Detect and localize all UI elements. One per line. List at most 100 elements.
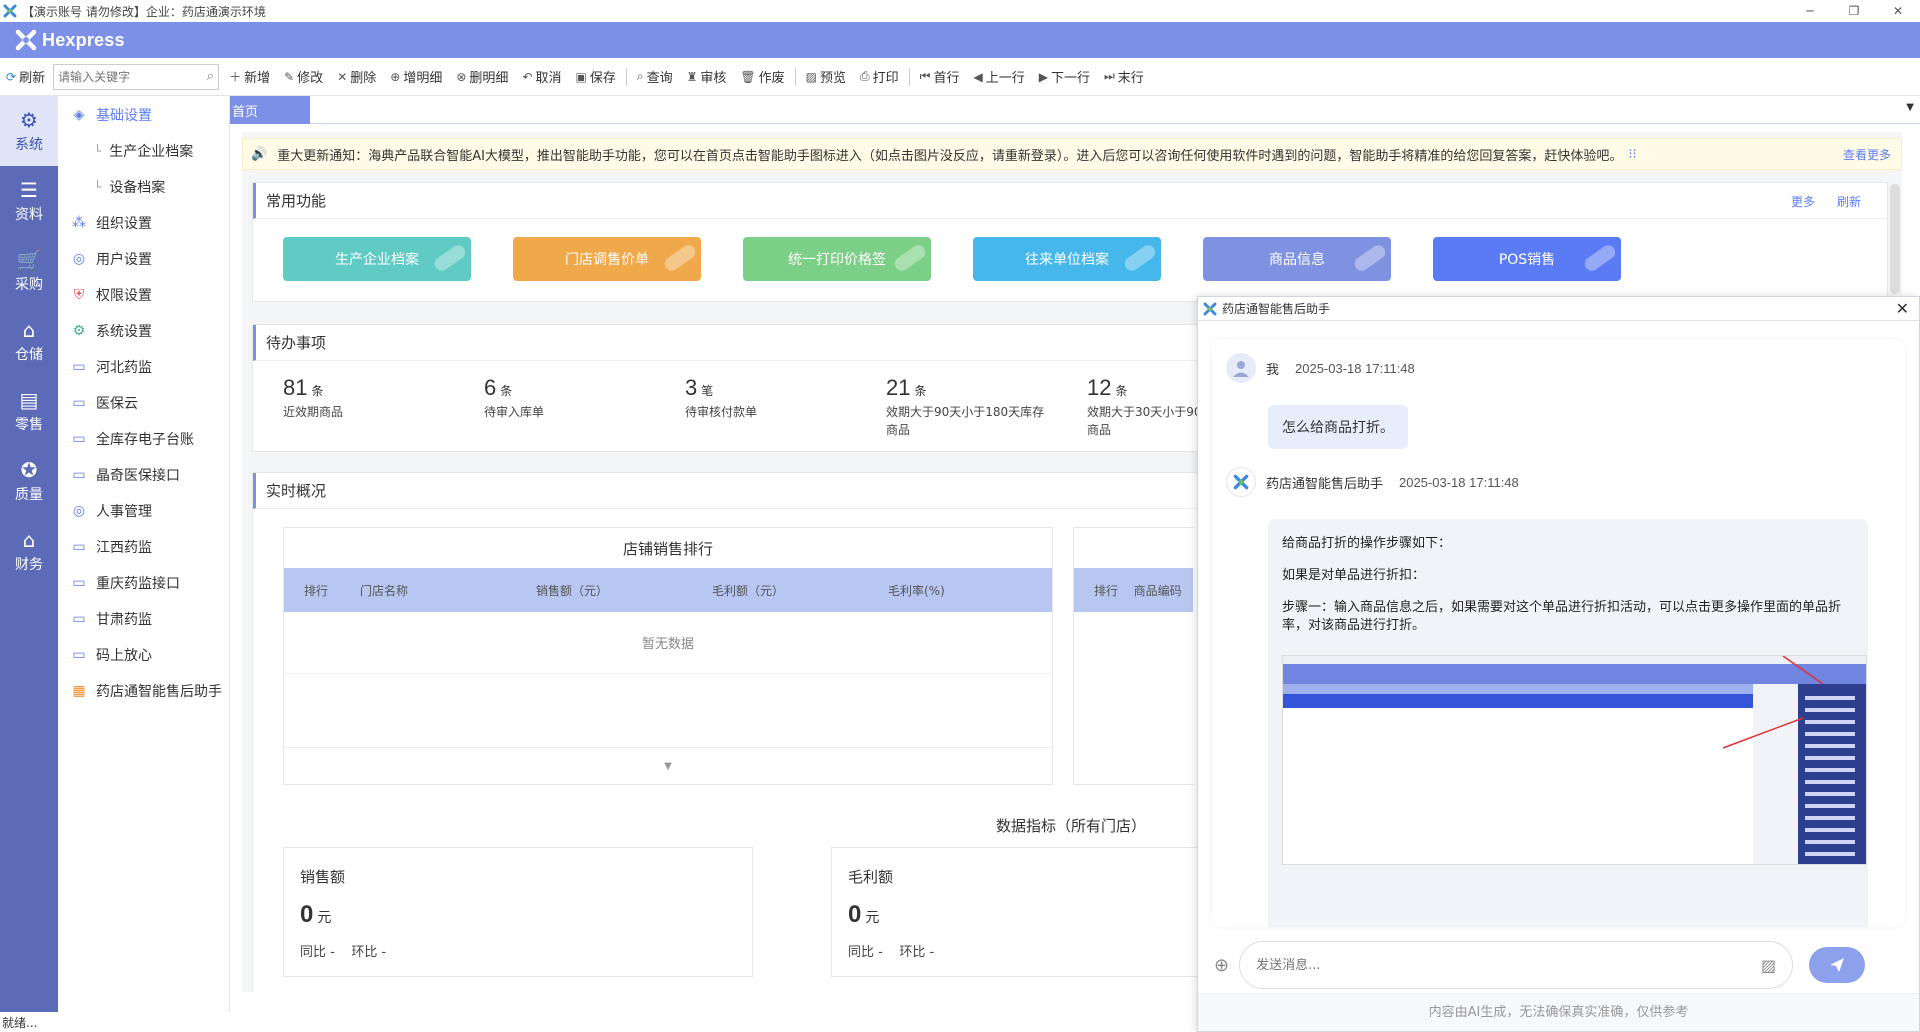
submenu-hebei[interactable]: ▭ 河北药监 — [58, 349, 229, 385]
delete-detail-button[interactable]: ⊗ 删明细 — [456, 67, 508, 87]
nav-finance[interactable]: ⌂ 财务 — [0, 516, 58, 586]
new-button[interactable]: ＋新增 — [229, 67, 270, 86]
quick-price-adjust-button[interactable]: 门店调售价单 — [513, 237, 701, 281]
submenu-device[interactable]: └ 设备档案 — [58, 169, 229, 205]
common-more-link[interactable]: 更多 — [1791, 193, 1815, 210]
close-window-button[interactable]: ✕ — [1876, 0, 1920, 22]
metric-mom: 环比 - — [351, 945, 387, 960]
submenu-gansu[interactable]: ▭ 甘肃药监 — [58, 601, 229, 637]
message-input[interactable] — [1256, 957, 1697, 973]
finance-icon: ⌂ — [22, 528, 36, 552]
print-button[interactable]: ⎙ 打印 — [860, 67, 899, 86]
submenu-medicare-cloud[interactable]: ▭ 医保云 — [58, 385, 229, 421]
chat-titlebar: 药店通智能售后助手 ✕ — [1198, 297, 1919, 321]
undo-icon: ↶ — [522, 69, 533, 84]
tree-branch-icon: └ — [94, 180, 102, 194]
nav-system[interactable]: ⚙ 系统 — [0, 96, 58, 166]
void-button[interactable]: 🗑 作废 — [740, 67, 784, 87]
tutorial-screenshot[interactable] — [1282, 655, 1867, 865]
user-avatar-icon — [1226, 353, 1256, 383]
search-box[interactable]: ⌕ — [53, 63, 220, 90]
quick-print-label-button[interactable]: 统一打印价格签 — [743, 237, 931, 281]
quick-partner-button[interactable]: 往来单位档案 — [973, 237, 1161, 281]
submenu-user[interactable]: ◎ 用户设置 — [58, 241, 229, 277]
search-icon[interactable]: ⌕ — [207, 69, 214, 84]
common-refresh-link[interactable]: 刷新 — [1837, 193, 1861, 210]
message-input-box[interactable]: ▨ — [1239, 941, 1794, 989]
send-button[interactable] — [1809, 947, 1866, 983]
nav-retail[interactable]: ▤ 零售 — [0, 376, 58, 446]
nav-storage[interactable]: ⌂ 仓储 — [0, 306, 58, 376]
audit-button[interactable]: ♜ 审核 — [687, 67, 727, 87]
quick-manufacturer-button[interactable]: 生产企业档案 — [283, 237, 471, 281]
notice-more-link[interactable]: 查看更多 — [1843, 146, 1891, 163]
submenu-label: 组织设置 — [96, 216, 152, 232]
todo-near-expiry[interactable]: 81 条 近效期商品 — [283, 375, 443, 421]
edit-button[interactable]: ✎ 修改 — [284, 67, 323, 87]
todo-count: 6 — [484, 375, 497, 400]
monitor-icon: ▭ — [72, 539, 86, 555]
submenu-ai-assistant[interactable]: ▦ 药店通智能售后助手 — [58, 673, 229, 709]
image-icon: ▨ — [805, 69, 817, 84]
first-row-button[interactable]: ⏮ 首行 — [920, 67, 960, 86]
next-row-label: 下一行 — [1050, 71, 1090, 86]
submenu-jingqi[interactable]: ▭ 晶奇医保接口 — [58, 457, 229, 493]
submenu-inventory-ledger[interactable]: ▭ 全库存电子台账 — [58, 421, 229, 457]
add-chat-icon[interactable]: ⊕ — [1214, 955, 1229, 976]
tab-dropdown-icon[interactable]: ▼ — [1906, 102, 1914, 113]
submenu-permission[interactable]: ⛨ 权限设置 — [58, 277, 229, 313]
refresh-button[interactable]: ⟳ 刷新 — [6, 67, 45, 87]
last-row-button[interactable]: ⏭ 末行 — [1104, 67, 1144, 86]
minimize-button[interactable]: ─ — [1788, 0, 1832, 22]
submenu-hr[interactable]: ◎ 人事管理 — [58, 493, 229, 529]
quick-pos-button[interactable]: POS销售 — [1433, 237, 1621, 281]
maximize-button[interactable]: ❐ — [1832, 0, 1876, 22]
prev-row-button[interactable]: ◀ 上一行 — [973, 67, 1024, 87]
query-button[interactable]: ⌕ 查询 — [637, 67, 673, 86]
tutorial-screenshot-image — [1283, 656, 1866, 864]
send-icon — [1830, 958, 1845, 972]
nav-quality[interactable]: ✪ 质量 — [0, 446, 58, 516]
preview-label: 预览 — [819, 71, 846, 86]
submenu-label: 码上放心 — [96, 648, 152, 664]
submenu-basic-settings[interactable]: ◈ 基础设置 — [58, 97, 229, 133]
product-rank-header: 排行 商品编码 — [1074, 568, 1193, 612]
todo-unit: 条 — [914, 384, 927, 398]
submenu-label: 重庆药监接口 — [96, 576, 180, 592]
collapse-icon[interactable]: ⁝⁝ — [1628, 147, 1636, 162]
submenu-chongqing[interactable]: ▭ 重庆药监接口 — [58, 565, 229, 601]
image-upload-icon[interactable]: ▨ — [1761, 956, 1776, 975]
delete-button[interactable]: ✕ 删除 — [337, 67, 376, 87]
first-icon: ⏮ — [919, 69, 931, 83]
todo-pending-inbound[interactable]: 6条 待审入库单 — [484, 375, 644, 421]
tab-home[interactable]: 首页 — [230, 96, 310, 124]
bot-message-meta: 药店通智能售后助手 2025-03-18 17:11:48 — [1226, 467, 1519, 497]
todo-pending-payment[interactable]: 3笔 待审核付款单 — [685, 375, 845, 421]
submenu-jiangxi[interactable]: ▭ 江西药监 — [58, 529, 229, 565]
save-button[interactable]: ▣ 保存 — [576, 67, 616, 87]
search-input[interactable] — [58, 69, 207, 84]
chat-close-icon[interactable]: ✕ — [1896, 299, 1909, 318]
nav-purchase-label: 采购 — [15, 277, 43, 293]
nav-purchase[interactable]: 🛒 采购 — [0, 236, 58, 306]
scrollbar-thumb[interactable] — [1890, 184, 1900, 294]
pill-icon — [1584, 245, 1616, 271]
refresh-icon: ⟳ — [6, 69, 17, 84]
submenu-label: 江西药监 — [96, 540, 152, 556]
submenu-system-settings[interactable]: ⚙ 系统设置 — [58, 313, 229, 349]
submenu-org[interactable]: ⁂ 组织设置 — [58, 205, 229, 241]
submenu-mashangfangxin[interactable]: ▭ 码上放心 — [58, 637, 229, 673]
bot-time: 2025-03-18 17:11:48 — [1399, 474, 1519, 490]
preview-button[interactable]: ▨ 预览 — [805, 67, 846, 87]
metric-mom: 环比 - — [899, 945, 935, 960]
submenu-manufacturer[interactable]: └ 生产企业档案 — [58, 133, 229, 169]
add-detail-button[interactable]: ⊕ 增明细 — [390, 67, 442, 87]
badge-icon: ✪ — [20, 458, 38, 482]
quick-product-info-button[interactable]: 商品信息 — [1203, 237, 1391, 281]
app-header: Hexpress — [0, 22, 1920, 58]
cancel-button[interactable]: ↶ 取消 — [522, 67, 561, 87]
todo-expiry-90-180[interactable]: 21 条 效期大于90天小于180天库存商品 — [886, 375, 1046, 439]
expand-icon[interactable]: ▼ — [284, 748, 1052, 784]
next-row-button[interactable]: ▶ 下一行 — [1039, 67, 1090, 87]
nav-data[interactable]: ☰ 资料 — [0, 166, 58, 236]
